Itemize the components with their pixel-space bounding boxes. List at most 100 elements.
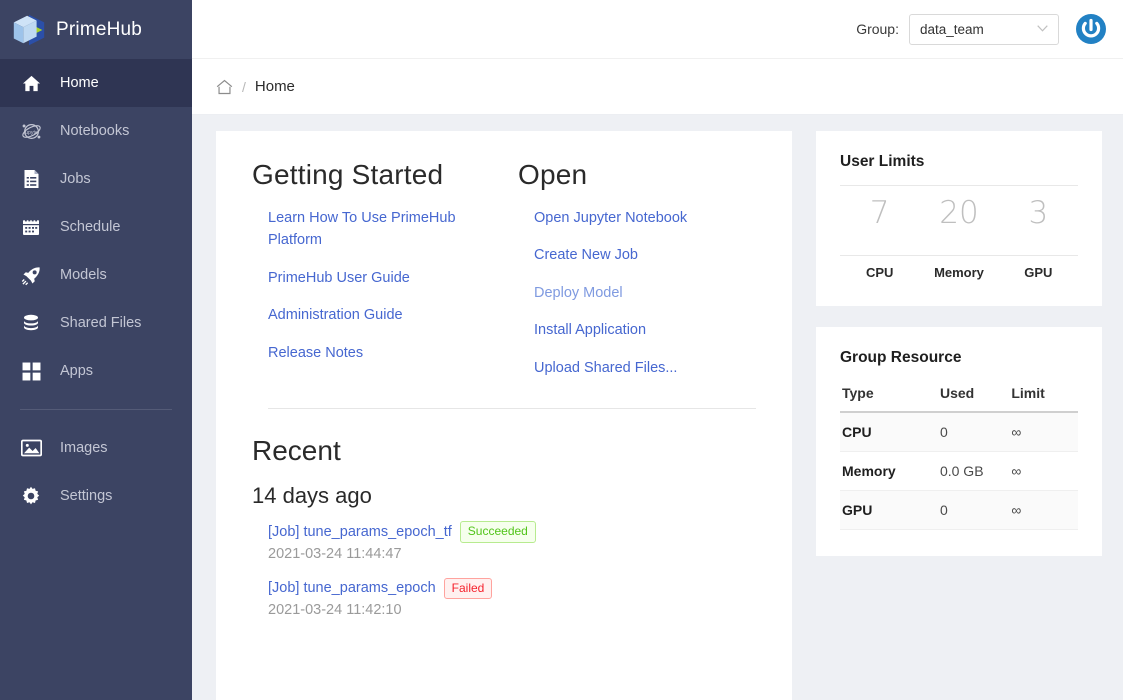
group-label: Group: [856,21,899,37]
open-title: Open [518,159,588,190]
open-section: Open Open Jupyter Notebook Create New Jo… [503,159,754,394]
user-limits-title: User Limits [840,153,925,170]
side-panels: User Limits 7 20 3 CPU Memory GPU Group … [816,131,1102,700]
sidebar-nav: Home upyte Notebooks Jobs Schedule Model… [0,59,192,700]
group-resource-panel: Group Resource Type Used Limit CPU 0 ∞ M… [816,327,1102,556]
user-limits-labels-row: CPU Memory GPU [840,256,1078,280]
sidebar-item-models[interactable]: Models [0,251,192,299]
table-row: CPU 0 ∞ [840,412,1078,452]
recent-item-row: [Job] tune_params_epoch_tf Succeeded [268,521,756,543]
recent-title: Recent [252,435,341,467]
link-user-guide[interactable]: PrimeHub User Guide [268,267,503,289]
link-open-jupyter-notebook[interactable]: Open Jupyter Notebook [534,207,754,229]
breadcrumb: / Home [192,59,1123,115]
home-outline-icon[interactable] [216,79,233,95]
cell-limit: ∞ [1011,451,1078,491]
recent-section: Recent 14 days ago [Job] tune_params_epo… [252,435,756,618]
limit-cell-cpu: 7 [840,186,919,241]
recent-item-row: [Job] tune_params_epoch Failed [268,577,756,599]
sidebar-item-label: Apps [60,363,94,379]
column-header-limit: Limit [1011,379,1078,413]
user-limits-panel: User Limits 7 20 3 CPU Memory GPU [816,131,1102,306]
sidebar-item-label: Schedule [60,219,121,235]
cell-type: Memory [840,451,940,491]
content: Getting Started Learn How To Use PrimeHu… [192,115,1123,700]
limit-label-memory-cell: Memory [919,256,998,280]
group-select[interactable]: data_team [909,13,1059,45]
limit-label: Memory [934,265,984,280]
column-header-used: Used [939,379,1012,413]
cell-used: 0 [939,490,1012,530]
recent-job-link[interactable]: [Job] tune_params_epoch [268,580,436,596]
sidebar-item-settings[interactable]: Settings [0,472,192,520]
limit-cell-gpu: 3 [999,186,1078,241]
limit-cell-memory: 20 [919,186,998,241]
limit-label: GPU [1024,265,1053,280]
sidebar-item-notebooks[interactable]: upyte Notebooks [0,107,192,155]
table-row: GPU 0 ∞ [840,490,1078,530]
sidebar-item-label: Shared Files [60,315,142,331]
app-root: PrimeHub Home upyte Notebooks Jobs Sched… [0,0,1123,700]
open-links: Open Jupyter Notebook Create New Job Dep… [518,207,754,379]
limit-value: 20 [939,195,979,231]
link-learn-platform[interactable]: Learn How To Use PrimeHub Platform [268,207,503,252]
power-logout-icon[interactable] [1075,13,1107,45]
getting-started-section: Getting Started Learn How To Use PrimeHu… [252,159,503,394]
getting-started-title: Getting Started [252,159,444,190]
user-limits-values-row: 7 20 3 [840,186,1078,241]
sidebar-item-label: Notebooks [60,123,130,139]
recent-day-group: 14 days ago [252,483,372,509]
brand-name: PrimeHub [56,18,143,40]
link-administration-guide[interactable]: Administration Guide [268,304,503,326]
table-row: Memory 0.0 GB ∞ [840,451,1078,491]
cell-limit: ∞ [1011,412,1078,452]
breadcrumb-current: Home [254,78,295,95]
brand[interactable]: PrimeHub [0,0,192,59]
link-upload-shared-files[interactable]: Upload Shared Files... [534,357,754,379]
link-install-application[interactable]: Install Application [534,319,754,341]
main-area: Group: data_team / Home Getting Started … [192,0,1123,700]
cell-limit: ∞ [1011,490,1078,530]
group-resource-table: Type Used Limit CPU 0 ∞ Memory 0.0 GB ∞ … [840,379,1078,530]
sidebar-item-label: Images [60,440,108,456]
image-picture-icon [20,437,42,459]
sidebar-item-apps[interactable]: Apps [0,347,192,395]
sidebar-item-jobs[interactable]: Jobs [0,155,192,203]
sidebar-item-label: Jobs [60,171,91,187]
home-main-card: Getting Started Learn How To Use PrimeHu… [216,131,792,700]
topbar: Group: data_team [192,0,1123,59]
sidebar-item-shared-files[interactable]: Shared Files [0,299,192,347]
limit-label-gpu-cell: GPU [999,256,1078,280]
limit-value: 7 [869,195,890,231]
sidebar-divider [20,409,172,410]
status-badge: Succeeded [459,521,536,543]
sidebar-item-label: Settings [60,488,113,504]
limit-value: 3 [1028,195,1049,231]
sidebar-item-schedule[interactable]: Schedule [0,203,192,251]
link-release-notes[interactable]: Release Notes [268,342,503,364]
gear-icon [20,485,42,507]
breadcrumb-separator: / [242,78,246,95]
recent-timestamp: 2021-03-24 11:44:47 [268,545,402,562]
cell-used: 0.0 GB [939,451,1012,491]
getting-started-links: Learn How To Use PrimeHub Platform Prime… [252,207,503,364]
sidebar-item-home[interactable]: Home [0,59,192,107]
link-deploy-model[interactable]: Deploy Model [534,282,754,304]
database-stack-icon [20,312,42,334]
limit-label: CPU [865,265,894,280]
recent-job-link[interactable]: [Job] tune_params_epoch_tf [268,524,452,540]
recent-list: [Job] tune_params_epoch_tf Succeeded 202… [252,521,756,618]
primehub-cube-logo-icon [8,11,50,49]
group-select-value: data_team [920,21,984,37]
sidebar-item-label: Home [60,75,99,91]
cell-type: GPU [840,490,940,530]
quicklinks-columns: Getting Started Learn How To Use PrimeHu… [252,159,756,394]
task-list-icon [20,168,42,190]
home-icon [20,72,42,94]
sidebar-item-images[interactable]: Images [0,424,192,472]
list-item: [Job] tune_params_epoch Failed 2021-03-2… [268,577,756,618]
status-badge: Failed [443,577,493,599]
list-item: [Job] tune_params_epoch_tf Succeeded 202… [268,521,756,562]
sidebar: PrimeHub Home upyte Notebooks Jobs Sched… [0,0,192,700]
link-create-new-job[interactable]: Create New Job [534,244,754,266]
